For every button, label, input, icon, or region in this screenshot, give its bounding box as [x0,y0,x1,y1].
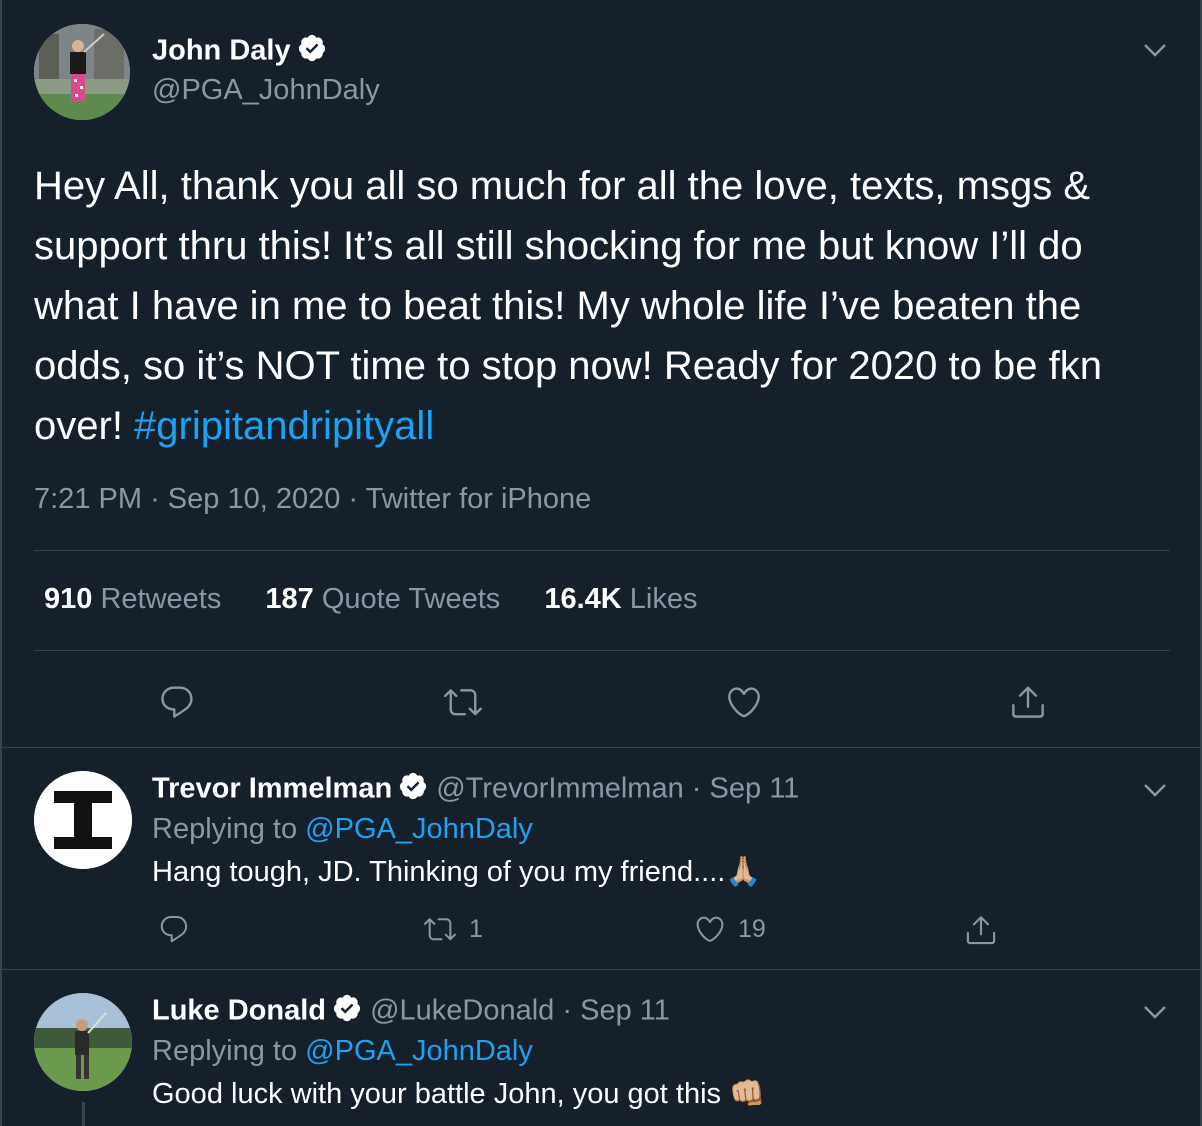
chevron-down-icon[interactable] [1140,778,1170,802]
share-icon[interactable] [1009,683,1047,721]
reply-author-handle[interactable]: @TrevorImmelman [436,773,684,805]
replying-to-link[interactable]: @PGA_JohnDaly [305,1035,533,1067]
divider [34,550,1170,551]
verified-badge-icon [297,33,327,71]
quote-tweets-label: Quote Tweets [321,583,501,615]
separator: · [562,994,573,1027]
tweet-meta: 7:21 PM · Sep 10, 2020 · Twitter for iPh… [34,483,591,516]
letter-i-logo-icon [34,771,132,869]
avatar[interactable] [34,24,130,120]
thread-line [82,1102,85,1126]
retweets-label: Retweets [100,583,222,615]
replying-label: Replying to [152,1035,306,1067]
like-icon[interactable] [725,683,763,721]
quote-tweets-count: 187 [265,583,314,615]
golfer-photo-icon [34,24,130,120]
tweet-text: Hey All, thank you all so much for all t… [34,156,1174,456]
replying-to-link[interactable]: @PGA_JohnDaly [305,813,533,845]
share-icon [966,916,996,945]
like-button[interactable]: 19 [694,913,766,945]
separator: · [348,483,359,515]
chevron-down-icon[interactable] [1140,1000,1170,1024]
reply-header: Trevor Immelman @TrevorImmelman · Sep 11 [152,771,799,809]
reply-button[interactable] [158,913,190,945]
tweet-thread: John Daly @PGA_JohnDaly Hey All, thank y… [0,0,1202,1126]
reply-author-name[interactable]: Luke Donald [152,995,326,1027]
separator: · [691,772,702,805]
divider [34,650,1170,651]
likes-count: 16.4K [544,583,622,615]
like-count: 19 [738,914,766,943]
tweet-time[interactable]: 7:21 PM [34,483,142,515]
retweets-stat[interactable]: 910 Retweets [44,583,221,616]
avatar[interactable] [34,771,132,869]
replying-to: Replying to @PGA_JohnDaly [152,1035,533,1068]
verified-badge-icon [398,771,428,809]
retweets-count: 910 [44,583,93,615]
reply-author-handle[interactable]: @LukeDonald [370,995,554,1027]
chevron-down-icon[interactable] [1140,38,1170,62]
author-name-text[interactable]: John Daly [152,35,291,67]
author-name[interactable]: John Daly [152,33,327,71]
retweet-icon[interactable] [443,683,483,721]
reply-icon[interactable] [158,683,196,721]
verified-badge-icon [332,993,362,1031]
reply-text: Good luck with your battle John, you got… [152,1078,766,1110]
share-button[interactable] [964,913,998,947]
reply-date[interactable]: Sep 11 [580,995,670,1027]
likes-stat[interactable]: 16.4K Likes [544,583,697,616]
author-handle[interactable]: @PGA_JohnDaly [152,74,380,107]
retweet-icon [424,918,456,941]
tweet-source[interactable]: Twitter for iPhone [366,483,592,515]
tweet-stats: 910 Retweets 187 Quote Tweets 16.4K Like… [44,583,733,616]
like-icon [696,916,724,942]
divider [0,969,1202,970]
reply-author-name[interactable]: Trevor Immelman [152,773,392,805]
replying-label: Replying to [152,813,306,845]
retweet-count: 1 [469,914,483,943]
hashtag-link[interactable]: #gripitandripityall [134,404,434,448]
tweet-date[interactable]: Sep 10, 2020 [168,483,341,515]
avatar[interactable] [34,993,132,1091]
golfer-photo-icon [34,993,132,1091]
reply-icon [160,915,188,943]
reply-header: Luke Donald @LukeDonald · Sep 11 [152,993,670,1031]
quote-tweets-stat[interactable]: 187 Quote Tweets [265,583,500,616]
left-border [0,0,2,1126]
reply-date[interactable]: Sep 11 [710,773,800,805]
replying-to: Replying to @PGA_JohnDaly [152,813,533,846]
retweet-button[interactable]: 1 [423,913,483,945]
likes-label: Likes [629,583,698,615]
separator: · [150,483,160,515]
reply-text: Hang tough, JD. Thinking of you my frien… [152,856,762,888]
divider [0,747,1202,748]
